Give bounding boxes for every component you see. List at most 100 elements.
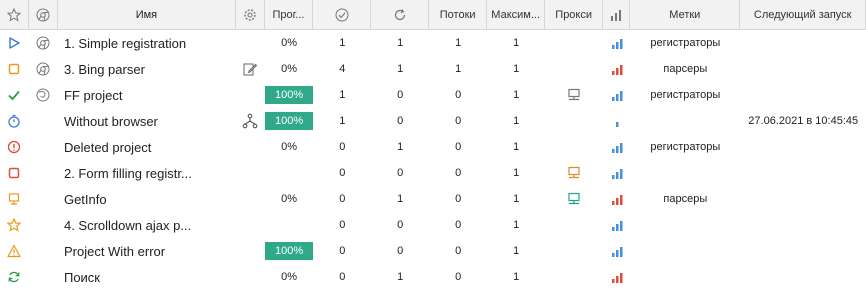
column-success[interactable]: [313, 0, 372, 29]
status-cell[interactable]: [0, 108, 29, 134]
column-browser[interactable]: [29, 0, 59, 29]
next-run-cell: [740, 30, 866, 56]
proxy-cell: [545, 238, 603, 264]
project-name[interactable]: 4. Scrolldown ajax p...: [58, 212, 236, 238]
next-run-cell: [740, 212, 866, 238]
column-threads[interactable]: Потоки: [429, 0, 488, 29]
status-cell[interactable]: [0, 160, 29, 186]
status-cell[interactable]: [0, 82, 29, 108]
column-favorite[interactable]: [0, 0, 30, 29]
status-cell[interactable]: [0, 264, 29, 290]
next-run-cell: [740, 134, 866, 160]
stats-cell[interactable]: [603, 238, 630, 264]
status-cell[interactable]: [0, 134, 29, 160]
table-row[interactable]: Without browser 100% 1 0 0 1 27.06.2021 в 10:4…: [0, 108, 866, 134]
status-cell[interactable]: [0, 30, 29, 56]
next-run-cell: [740, 186, 866, 212]
table-row[interactable]: 2. Form filling registr... 0 0 0 1: [0, 160, 866, 186]
attempts-count: 1: [397, 193, 404, 205]
stop-square-red-icon: [7, 166, 21, 180]
project-name[interactable]: FF project: [58, 82, 236, 108]
table-row[interactable]: Project With error 100% 0 0 0 1: [0, 238, 866, 264]
browser-cell: [29, 134, 58, 160]
chrome-icon: [36, 36, 50, 50]
browser-cell: [29, 82, 58, 108]
proxy-gray-icon: [567, 88, 581, 102]
check-circle-icon: [335, 8, 349, 22]
progress-bar: 0%: [281, 63, 298, 75]
stats-cell[interactable]: [603, 212, 630, 238]
status-cell[interactable]: [0, 56, 29, 82]
browser-cell: [29, 56, 58, 82]
column-progress[interactable]: Прог...: [265, 0, 314, 29]
labels-cell: [630, 212, 740, 238]
attempts-count: 0: [397, 245, 404, 257]
bar-chart-blue-icon: [610, 218, 624, 232]
project-name[interactable]: 1. Simple registration: [58, 30, 236, 56]
play-icon: [7, 36, 21, 50]
attempts-count: 0: [397, 167, 404, 179]
proxy-cell[interactable]: [545, 160, 603, 186]
column-attempts[interactable]: [371, 0, 430, 29]
success-count: 0: [339, 141, 346, 153]
threads-count: 0: [455, 167, 462, 179]
column-settings[interactable]: [236, 0, 265, 29]
extra-cell[interactable]: [236, 56, 265, 82]
project-name[interactable]: 2. Form filling registr...: [58, 160, 236, 186]
column-labels[interactable]: Метки: [630, 0, 741, 29]
stop-square-icon: [7, 62, 21, 76]
stats-cell[interactable]: [603, 134, 630, 160]
table-row[interactable]: FF project 100% 1 0 0 1 регистраторы: [0, 82, 866, 108]
edit-icon: [242, 61, 258, 77]
column-name[interactable]: Имя: [58, 0, 236, 29]
stats-cell[interactable]: [603, 160, 630, 186]
table-row[interactable]: 4. Scrolldown ajax p... 0 0 0 1: [0, 212, 866, 238]
stats-cell[interactable]: [603, 108, 630, 134]
table-row[interactable]: Deleted project 0% 0 1 0 1 регистраторы: [0, 134, 866, 160]
proxy-cell[interactable]: [545, 82, 603, 108]
proxy-cell[interactable]: [545, 186, 603, 212]
max-threads: 1: [513, 193, 520, 205]
stats-cell[interactable]: [603, 82, 630, 108]
project-name[interactable]: 3. Bing parser: [58, 56, 236, 82]
status-cell[interactable]: [0, 186, 29, 212]
column-proxy[interactable]: Прокси: [545, 0, 604, 29]
extra-cell[interactable]: [236, 108, 265, 134]
labels-cell: [630, 108, 740, 134]
progress-bar: 0%: [281, 141, 298, 153]
project-name[interactable]: Project With error: [58, 238, 236, 264]
progress-bar: 100%: [265, 86, 314, 104]
labels-cell: регистраторы: [650, 141, 721, 153]
table-row[interactable]: 1. Simple registration 0% 1 1 1 1 регистраторы: [0, 30, 866, 56]
project-name[interactable]: Поиск: [58, 264, 236, 290]
bar-chart-blue-icon: [610, 88, 624, 102]
column-max[interactable]: Максим...: [487, 0, 546, 29]
table-row[interactable]: Поиск 0% 0 1 0 1: [0, 264, 866, 290]
project-name[interactable]: Deleted project: [58, 134, 236, 160]
column-stats[interactable]: [603, 0, 631, 29]
threads-count: 0: [455, 141, 462, 153]
browser-cell: [29, 186, 58, 212]
threads-count: 0: [455, 89, 462, 101]
success-count: 0: [339, 245, 346, 257]
project-name[interactable]: Without browser: [58, 108, 236, 134]
threads-count: 0: [455, 115, 462, 127]
stats-cell[interactable]: [603, 56, 630, 82]
threads-count: 0: [455, 193, 462, 205]
max-threads: 1: [513, 37, 520, 49]
attempts-count: 0: [397, 89, 404, 101]
column-next-run[interactable]: Следующий запуск: [740, 0, 866, 29]
status-cell[interactable]: [0, 212, 29, 238]
extra-cell: [236, 238, 265, 264]
project-name[interactable]: GetInfo: [58, 186, 236, 212]
table-row[interactable]: GetInfo 0% 0 1 0 1 парсеры: [0, 186, 866, 212]
status-cell[interactable]: [0, 238, 29, 264]
proxy-green-icon: [567, 192, 581, 206]
table-row[interactable]: 3. Bing parser 0% 4 1 1 1 парсеры: [0, 56, 866, 82]
browser-icon: [36, 8, 50, 22]
stats-cell[interactable]: [603, 30, 630, 56]
stats-cell[interactable]: [603, 186, 630, 212]
progress-cell: 0%: [265, 30, 313, 56]
next-run-cell: [740, 82, 866, 108]
stats-cell[interactable]: [603, 264, 630, 290]
